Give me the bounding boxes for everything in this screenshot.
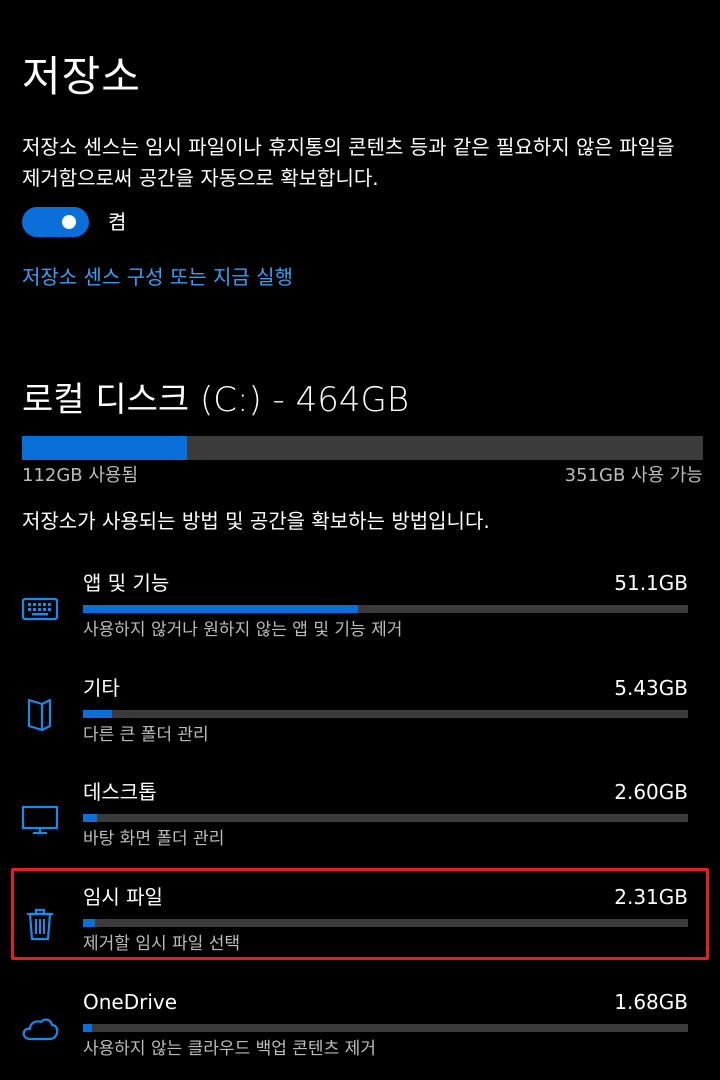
disk-title: 로컬 디스크 (C:) - 464GB (22, 380, 410, 420)
keyboard-icon (20, 589, 60, 629)
category-name: 앱 및 기능 (83, 571, 170, 595)
category-subtitle: 다른 큰 폴더 관리 (83, 725, 209, 745)
toggle-knob (62, 215, 76, 229)
page-title: 저장소 (22, 52, 141, 101)
category-usage-fill (83, 605, 358, 613)
category-size: 5.43GB (614, 676, 688, 700)
category-subtitle: 사용하지 않거나 원하지 않는 앱 및 기능 제거 (83, 620, 403, 640)
category-usage-fill (83, 1024, 93, 1032)
usage-description: 저장소가 사용되는 방법 및 공간을 확보하는 방법입니다. (22, 509, 490, 533)
category-onedrive[interactable]: OneDrive 1.68GB 사용하지 않는 클라우드 백업 콘텐츠 제거 (0, 982, 720, 1070)
toggle-state-label: 켬 (108, 210, 127, 234)
category-name: 기타 (83, 676, 120, 700)
trash-icon (20, 903, 60, 943)
category-usage-fill (83, 814, 97, 822)
category-usage-bar (83, 814, 688, 822)
category-size: 2.60GB (614, 780, 688, 804)
category-name: OneDrive (83, 990, 178, 1014)
category-subtitle: 사용하지 않는 클라우드 백업 콘텐츠 제거 (83, 1039, 376, 1059)
category-usage-bar (83, 710, 688, 718)
category-other[interactable]: 기타 5.43GB 다른 큰 폴더 관리 (0, 668, 720, 756)
storage-sense-toggle[interactable] (22, 207, 89, 237)
category-usage-bar (83, 919, 688, 927)
category-size: 1.68GB (614, 990, 688, 1014)
category-temp-files[interactable]: 임시 파일 2.31GB 제거할 임시 파일 선택 (0, 877, 720, 965)
category-usage-bar (83, 605, 688, 613)
disk-used-label: 112GB 사용됨 (22, 465, 139, 486)
category-desktop[interactable]: 데스크톱 2.60GB 바탕 화면 폴더 관리 (0, 772, 720, 860)
category-name: 임시 파일 (83, 885, 163, 909)
document-icon (20, 694, 60, 734)
disk-usage-bar (22, 436, 703, 460)
category-subtitle: 바탕 화면 폴더 관리 (83, 829, 225, 849)
category-usage-bar (83, 1024, 688, 1032)
disk-usage-fill (22, 436, 187, 460)
cloud-icon (20, 1008, 60, 1048)
category-usage-fill (83, 710, 113, 718)
disk-free-label: 351GB 사용 가능 (564, 465, 703, 486)
storage-sense-description: 저장소 센스는 임시 파일이나 휴지통의 콘텐츠 등과 같은 필요하지 않은 파… (22, 135, 675, 190)
category-size: 2.31GB (614, 885, 688, 909)
category-apps-features[interactable]: 앱 및 기능 51.1GB 사용하지 않거나 원하지 않는 앱 및 기능 제거 (0, 563, 720, 651)
monitor-icon (20, 798, 60, 838)
category-size: 51.1GB (614, 571, 688, 595)
category-usage-fill (83, 919, 96, 927)
category-name: 데스크톱 (83, 780, 157, 804)
category-subtitle: 제거할 임시 파일 선택 (83, 934, 240, 954)
configure-storage-sense-link[interactable]: 저장소 센스 구성 또는 지금 실행 (22, 264, 293, 290)
